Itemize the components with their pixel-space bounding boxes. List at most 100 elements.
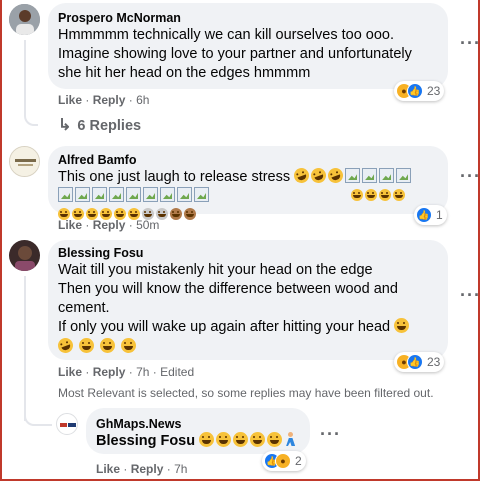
laughing-emoji-icon bbox=[292, 165, 312, 186]
haha-reaction-icon: ● bbox=[275, 453, 291, 469]
view-replies-link[interactable]: ↳ 6 Replies bbox=[58, 115, 141, 135]
broken-image-icon bbox=[58, 187, 73, 202]
laughing-emoji-icon bbox=[216, 432, 232, 447]
reply-arrow-icon: ↳ bbox=[58, 117, 72, 134]
broken-image-icon bbox=[75, 187, 90, 202]
reply-button[interactable]: Reply bbox=[131, 462, 164, 476]
laughing-emoji-icon bbox=[365, 189, 377, 201]
thread-line bbox=[24, 40, 26, 110]
laughing-emoji-icon bbox=[55, 335, 76, 356]
comment-text-line: This one just laugh to release stress bbox=[58, 165, 413, 187]
timestamp[interactable]: 50m bbox=[136, 218, 159, 232]
like-reaction-icon: 👍 bbox=[407, 83, 423, 99]
reaction-summary[interactable]: 👍 ● 2 bbox=[262, 451, 306, 471]
reply-button[interactable]: Reply bbox=[93, 365, 126, 379]
timestamp[interactable]: 6h bbox=[136, 93, 149, 107]
broken-image-icon bbox=[362, 168, 378, 183]
emoji-row bbox=[55, 335, 138, 357]
like-reaction-icon: 👍 bbox=[416, 207, 432, 223]
laughing-emoji-icon bbox=[351, 189, 363, 201]
laughing-emoji-icon bbox=[326, 165, 346, 186]
laughing-emoji-icon bbox=[379, 189, 391, 201]
more-options-icon[interactable]: ··· bbox=[460, 33, 480, 54]
separator: · bbox=[152, 365, 157, 379]
reaction-summary[interactable]: 👍 1 bbox=[414, 205, 447, 225]
broken-image-icon bbox=[396, 168, 412, 183]
like-button[interactable]: Like bbox=[96, 462, 120, 476]
like-reaction-icon: 👍 bbox=[407, 354, 423, 370]
separator: · bbox=[123, 462, 128, 476]
comment-text-line: If only you will wake up again after hit… bbox=[58, 318, 411, 337]
avatar-photo-icon bbox=[9, 4, 40, 35]
reaction-count: 1 bbox=[436, 208, 443, 222]
emoji-row bbox=[351, 186, 407, 205]
broken-image-icon bbox=[160, 187, 175, 202]
thread-branch bbox=[24, 108, 38, 126]
comment-author[interactable]: Blessing Fosu bbox=[58, 246, 143, 260]
comment-text-line: Wait till you mistakenly hit your head o… bbox=[58, 262, 373, 278]
comment-actions: Like · Reply · 7h · Edited bbox=[58, 365, 194, 379]
monkey-emoji-icon bbox=[184, 208, 196, 220]
reaction-summary[interactable]: ● 👍 23 bbox=[394, 352, 445, 372]
reply-button[interactable]: Reply bbox=[93, 93, 126, 107]
avatar[interactable] bbox=[9, 240, 40, 271]
broken-image-icon bbox=[109, 187, 124, 202]
timestamp[interactable]: 7h bbox=[174, 462, 187, 476]
comment-text-line: Imagine showing love to your partner and… bbox=[58, 46, 412, 62]
monkey-emoji-icon bbox=[170, 208, 182, 220]
reply-text-line: Blessing Fosu bbox=[96, 432, 297, 451]
filter-notice: Most Relevant is selected, so some repli… bbox=[58, 386, 434, 400]
laughing-emoji-icon bbox=[79, 338, 95, 353]
comment-author[interactable]: Prospero McNorman bbox=[58, 11, 181, 25]
avatar[interactable] bbox=[9, 4, 40, 35]
running-person-emoji-icon bbox=[284, 432, 297, 447]
edited-label: Edited bbox=[160, 365, 195, 379]
comment-text-line: Hmmmmm technically we can kill ourselves… bbox=[58, 27, 395, 43]
comment-text: This one just laugh to release stress bbox=[58, 169, 291, 185]
like-button[interactable]: Like bbox=[58, 365, 82, 379]
reply-author[interactable]: GhMaps.News bbox=[96, 417, 181, 431]
like-button[interactable]: Like bbox=[58, 93, 82, 107]
laughing-emoji-icon bbox=[121, 338, 137, 353]
comment-text-line: she hit her head on the edges hmmmm bbox=[58, 65, 311, 81]
reaction-summary[interactable]: ● 👍 23 bbox=[394, 81, 445, 101]
broken-image-icon bbox=[126, 187, 141, 202]
separator: · bbox=[128, 93, 133, 107]
laughing-emoji-icon bbox=[309, 165, 329, 186]
avatar[interactable] bbox=[56, 413, 78, 435]
broken-image-icon bbox=[143, 187, 158, 202]
separator: · bbox=[128, 365, 133, 379]
separator: · bbox=[85, 218, 90, 232]
broken-image-icon bbox=[345, 168, 361, 183]
comment-text-line: cement. bbox=[58, 300, 110, 316]
thread-branch bbox=[24, 408, 52, 426]
laughing-emoji-icon bbox=[394, 318, 410, 333]
broken-image-icon bbox=[92, 187, 107, 202]
broken-image-icon bbox=[379, 168, 395, 183]
more-options-icon[interactable]: ··· bbox=[460, 166, 480, 187]
avatar[interactable] bbox=[9, 146, 40, 177]
laughing-emoji-icon bbox=[250, 432, 266, 447]
comment-author[interactable]: Alfred Bamfo bbox=[58, 153, 136, 167]
separator: · bbox=[166, 462, 171, 476]
replies-count-label: 6 Replies bbox=[77, 118, 142, 134]
timestamp[interactable]: 7h bbox=[136, 365, 149, 379]
mentioned-user-tag[interactable]: Blessing Fosu bbox=[96, 433, 195, 449]
reply-actions: Like · Reply · 7h bbox=[96, 462, 187, 476]
reply-button[interactable]: Reply bbox=[93, 218, 126, 232]
more-options-icon[interactable]: ··· bbox=[460, 285, 480, 306]
avatar-logo-icon bbox=[60, 423, 76, 427]
laughing-emoji-icon bbox=[199, 432, 215, 447]
reaction-count: 23 bbox=[427, 84, 441, 98]
avatar-logo-icon bbox=[10, 147, 39, 176]
window-border-left bbox=[0, 0, 2, 481]
broken-image-icon bbox=[177, 187, 192, 202]
reaction-count: 23 bbox=[427, 355, 441, 369]
laughing-emoji-icon bbox=[393, 189, 405, 201]
laughing-emoji-icon bbox=[233, 432, 249, 447]
more-options-icon[interactable]: ··· bbox=[320, 424, 341, 445]
comment-text: If only you will wake up again after hit… bbox=[58, 319, 391, 335]
laughing-emoji-icon bbox=[267, 432, 283, 447]
comment-text-line: Then you will know the difference betwee… bbox=[58, 281, 398, 297]
like-button[interactable]: Like bbox=[58, 218, 82, 232]
